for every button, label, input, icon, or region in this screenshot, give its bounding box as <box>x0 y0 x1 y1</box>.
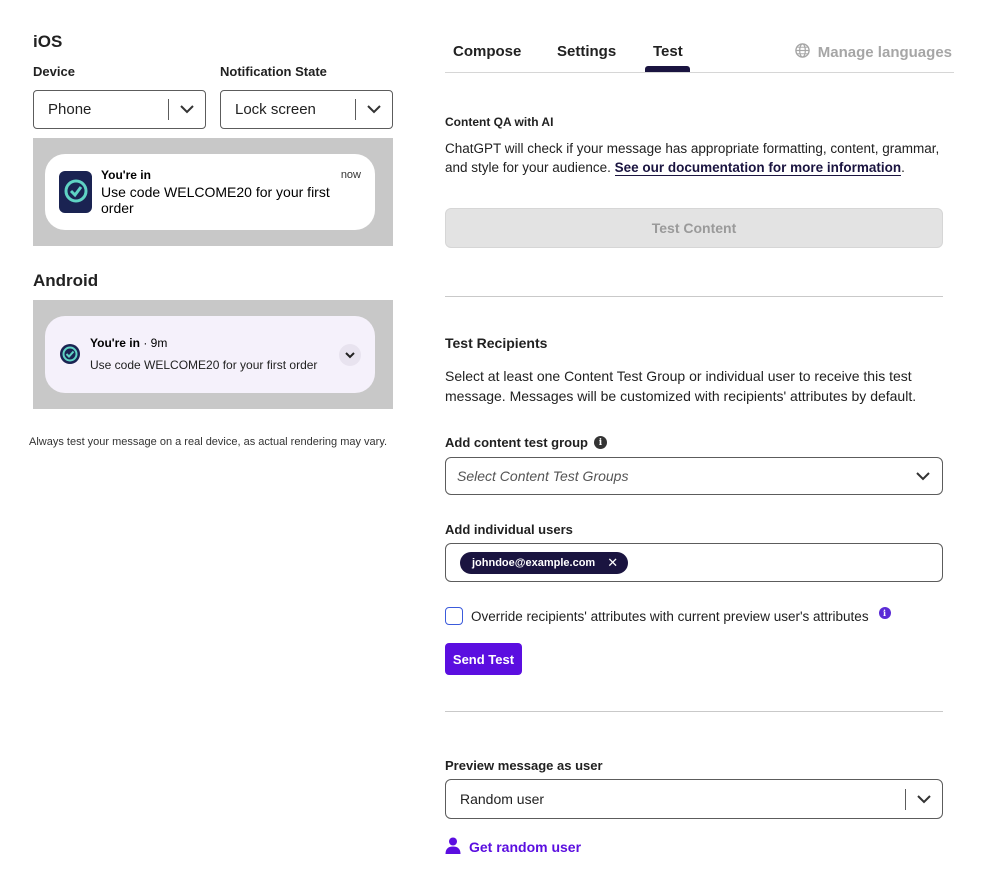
android-notification-body: Use code WELCOME20 for your first order <box>90 358 318 372</box>
section-divider <box>445 296 943 297</box>
user-chip-email: johndoe@example.com <box>472 557 596 569</box>
android-notification-header: You're in · 9m <box>90 336 167 350</box>
device-label: Device <box>33 64 75 79</box>
notification-state-select[interactable]: Lock screen <box>220 90 393 129</box>
individual-users-label: Add individual users <box>445 522 573 537</box>
info-icon[interactable]: i <box>594 436 607 449</box>
send-test-button[interactable]: Send Test <box>445 643 522 675</box>
override-attributes-checkbox[interactable] <box>445 607 463 625</box>
user-chip: johndoe@example.com ✕ <box>460 552 629 574</box>
expand-chevron-icon[interactable] <box>339 344 361 366</box>
tab-settings[interactable]: Settings <box>557 43 616 60</box>
globe-icon <box>795 43 810 62</box>
ios-section-title: iOS <box>33 32 63 51</box>
remove-user-icon[interactable]: ✕ <box>607 555 618 571</box>
app-icon <box>59 171 92 213</box>
active-tab-indicator <box>645 66 690 72</box>
preview-user-label: Preview message as user <box>445 758 603 773</box>
content-test-group-label: Add content test group <box>445 435 588 450</box>
tab-test[interactable]: Test <box>653 43 683 60</box>
section-divider <box>445 711 943 712</box>
info-icon[interactable]: i <box>878 607 891 619</box>
content-qa-period: . <box>901 160 905 175</box>
preview-user-select[interactable]: Random user <box>445 779 943 819</box>
content-test-group-select[interactable]: Select Content Test Groups <box>445 457 943 495</box>
android-notification-card: You're in · 9m Use code WELCOME20 for yo… <box>45 316 375 393</box>
get-random-user-label: Get random user <box>469 839 582 855</box>
chevron-down-icon <box>904 471 942 481</box>
android-notification-time: · 9m <box>143 336 168 350</box>
device-disclaimer: Always test your message on a real devic… <box>29 436 388 448</box>
ios-notification-time: now <box>340 169 361 181</box>
device-select[interactable]: Phone <box>33 90 206 129</box>
ios-notification-card: You're in Use code WELCOME20 for your fi… <box>45 154 375 230</box>
ios-notification-title: You're in <box>101 168 151 182</box>
user-icon <box>445 837 461 857</box>
notification-state-value: Lock screen <box>235 101 316 118</box>
chevron-down-icon <box>169 105 205 114</box>
content-test-group-label-row: Add content test group i <box>445 435 607 450</box>
preview-user-value: Random user <box>460 791 545 807</box>
manage-languages-label: Manage languages <box>817 44 952 61</box>
test-content-button[interactable]: Test Content <box>445 208 943 248</box>
test-recipients-description: Select at least one Content Test Group o… <box>445 368 917 404</box>
android-preview-area: You're in · 9m Use code WELCOME20 for yo… <box>33 300 393 409</box>
tab-bar: Compose Settings Test Manage languages <box>445 36 954 73</box>
test-recipients-title: Test Recipients <box>445 335 548 351</box>
documentation-link[interactable]: See our documentation for more informati… <box>614 160 902 176</box>
override-attributes-label: Override recipients' attributes with cur… <box>471 608 869 624</box>
app-icon <box>60 344 80 364</box>
android-notification-title: You're in <box>90 336 140 350</box>
android-section-title: Android <box>33 271 99 290</box>
chevron-down-icon <box>356 105 392 114</box>
individual-users-input[interactable]: johndoe@example.com ✕ <box>445 543 943 582</box>
notification-state-label: Notification State <box>220 64 327 79</box>
override-attributes-row: Override recipients' attributes with cur… <box>445 607 891 625</box>
chevron-down-icon <box>906 794 942 804</box>
content-test-group-placeholder: Select Content Test Groups <box>457 468 629 484</box>
content-qa-title: Content QA with AI <box>445 115 554 129</box>
ios-notification-body: Use code WELCOME20 for your first order <box>101 184 330 216</box>
get-random-user-link[interactable]: Get random user <box>445 837 581 857</box>
content-qa-description: ChatGPT will check if your message has a… <box>445 139 945 177</box>
ios-preview-area: You're in Use code WELCOME20 for your fi… <box>33 138 393 246</box>
manage-languages-button[interactable]: Manage languages <box>795 43 952 62</box>
tab-compose[interactable]: Compose <box>453 43 521 60</box>
device-select-value: Phone <box>48 101 92 118</box>
